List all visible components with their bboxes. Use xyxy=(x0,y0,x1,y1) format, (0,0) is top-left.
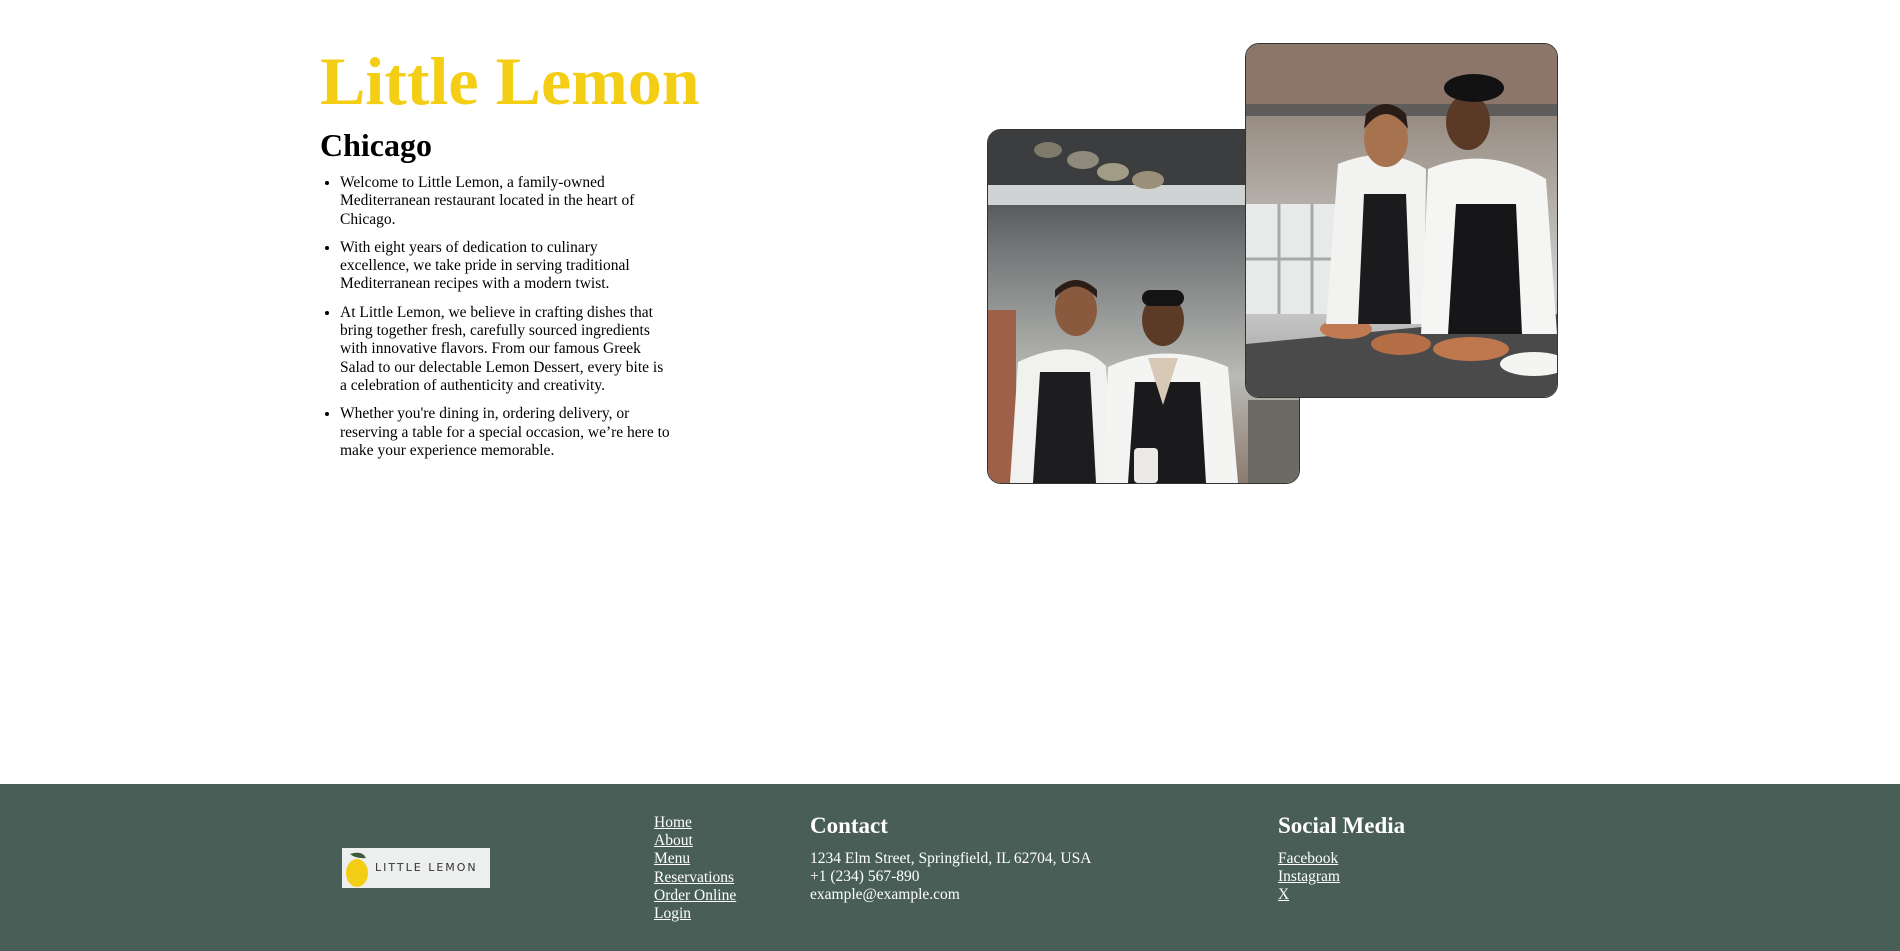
lemon-icon xyxy=(346,852,368,887)
nav-link-about[interactable]: About xyxy=(654,832,736,850)
brand-title: Little Lemon xyxy=(320,43,700,119)
contact-section: Contact 1234 Elm Street, Springfield, IL… xyxy=(810,812,1091,905)
social-heading: Social Media xyxy=(1278,813,1406,838)
about-paragraph: At Little Lemon, we believe in crafting … xyxy=(340,304,670,395)
location-title: Chicago xyxy=(320,127,432,163)
social-link-instagram[interactable]: Instagram xyxy=(1278,868,1405,886)
nav-link-reservations[interactable]: Reservations xyxy=(654,869,736,887)
social-link-x[interactable]: X xyxy=(1278,886,1405,904)
footer-logo[interactable]: LITTLE LEMON xyxy=(342,848,490,888)
contact-phone: +1 (234) 567-890 xyxy=(810,868,920,886)
logo-text: LITTLE LEMON xyxy=(375,861,478,874)
contact-heading: Contact xyxy=(810,813,888,838)
about-paragraph: Welcome to Little Lemon, a family-owned … xyxy=(340,174,670,229)
about-list: Welcome to Little Lemon, a family-owned … xyxy=(320,174,670,470)
contact-address: 1234 Elm Street, Springfield, IL 62704, … xyxy=(810,850,1092,867)
about-paragraph: With eight years of dedication to culina… xyxy=(340,239,670,294)
contact-email: example@example.com xyxy=(810,886,960,904)
nav-link-home[interactable]: Home xyxy=(654,814,736,832)
chefs-talking-photo xyxy=(1245,43,1558,398)
social-section: Social Media Facebook Instagram X xyxy=(1278,812,1405,905)
about-paragraph: Whether you're dining in, ordering deliv… xyxy=(340,405,670,460)
social-link-facebook[interactable]: Facebook xyxy=(1278,850,1405,868)
nav-link-login[interactable]: Login xyxy=(654,905,736,923)
nav-link-menu[interactable]: Menu xyxy=(654,850,736,868)
nav-link-order-online[interactable]: Order Online xyxy=(654,887,736,905)
footer-nav: Home About Menu Reservations Order Onlin… xyxy=(654,814,736,923)
